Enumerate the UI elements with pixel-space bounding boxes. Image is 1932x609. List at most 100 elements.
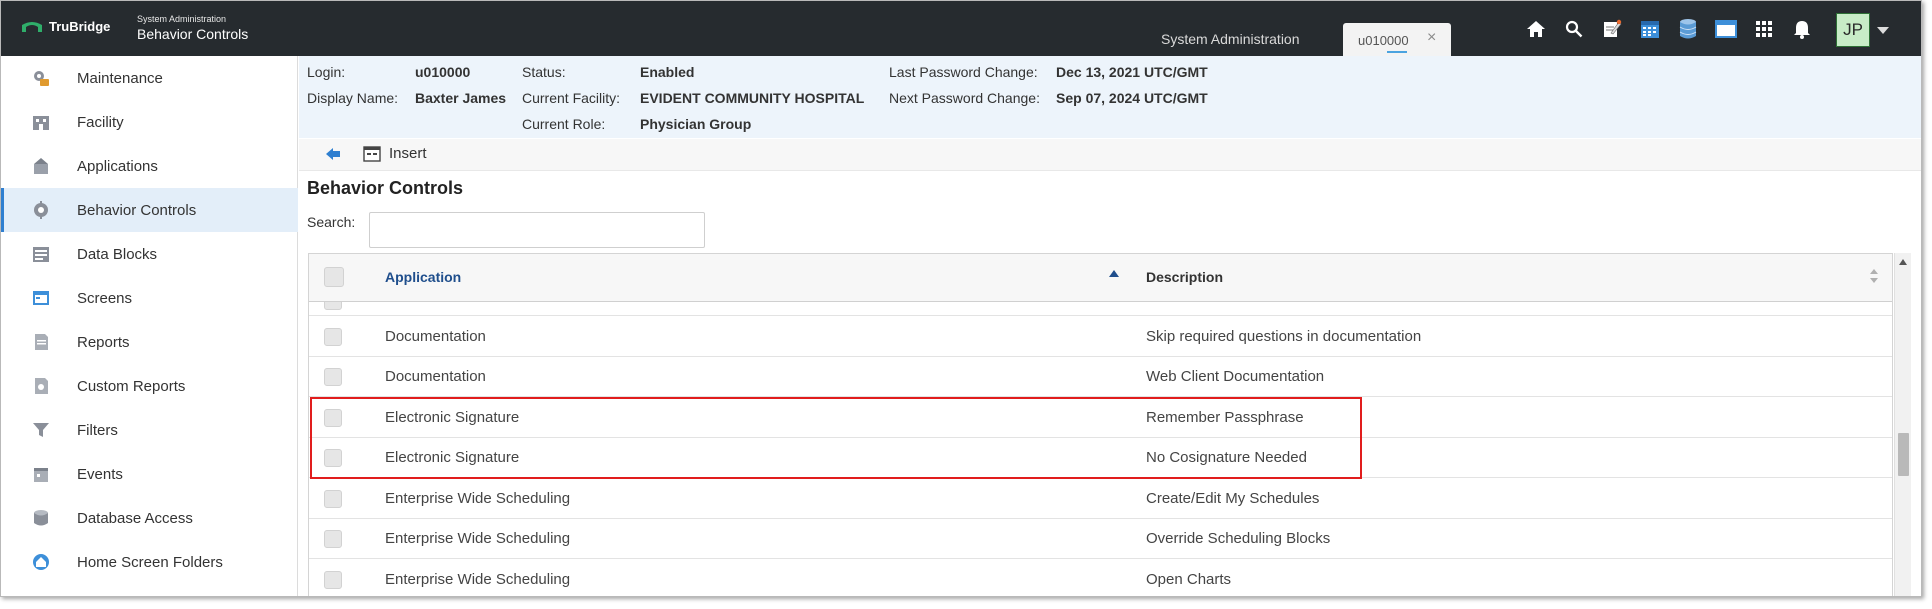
close-icon[interactable]: × (1427, 29, 1436, 47)
top-toolbar-icons (1523, 18, 1814, 40)
table-row[interactable]: Electronic Signature No Cosignature Need… (309, 438, 1892, 478)
trubridge-logo[interactable]: TruBridge (21, 19, 110, 34)
tab-user-u010000[interactable]: u010000 × (1343, 23, 1451, 56)
sidebar-item-filters[interactable]: Filters (1, 408, 298, 452)
status-label: Status: (522, 64, 566, 80)
apps-grid-icon[interactable] (1751, 18, 1776, 40)
sort-ascending-icon[interactable] (1109, 270, 1119, 277)
window-icon[interactable] (1713, 18, 1738, 40)
row-checkbox[interactable] (324, 368, 342, 386)
sidebar-item-label: Reports (77, 333, 130, 351)
behavior-controls-icon (31, 200, 51, 220)
table-row[interactable]: Enterprise Wide Scheduling Override Sche… (309, 519, 1892, 559)
sidebar-item-reports[interactable]: Reports (1, 320, 298, 364)
sidebar-item-home-screen-folders[interactable]: Home Screen Folders (1, 540, 298, 584)
sidebar-item-label: Applications (77, 157, 158, 175)
bell-icon[interactable] (1789, 18, 1814, 40)
current-role-value: Physician Group (640, 116, 752, 132)
login-value: u010000 (415, 64, 471, 80)
database-access-icon (31, 508, 51, 528)
events-icon (31, 464, 51, 484)
table-row[interactable] (309, 302, 1892, 316)
column-header-description[interactable]: Description (1146, 269, 1223, 285)
sidebar-item-label: Data Blocks (77, 245, 158, 263)
table-row[interactable]: Electronic Signature Remember Passphrase (309, 398, 1892, 438)
cell-application: Enterprise Wide Scheduling (385, 530, 571, 547)
login-label: Login: (307, 64, 346, 80)
behavior-controls-table: Application Description Documentation Sk… (308, 253, 1893, 596)
sidebar-item-behavior-controls[interactable]: Behavior Controls (1, 188, 298, 232)
tab-active-indicator (1387, 51, 1407, 53)
select-all-checkbox[interactable] (324, 267, 344, 287)
back-arrow-icon[interactable] (325, 147, 341, 165)
tab-system-administration[interactable]: System Administration (1161, 31, 1300, 47)
maintenance-icon (31, 68, 51, 88)
display-name-label: Display Name: (307, 90, 399, 106)
table-row[interactable]: Documentation Skip required questions in… (309, 317, 1892, 357)
row-checkbox[interactable] (324, 328, 342, 346)
table-row[interactable]: Enterprise Wide Scheduling Create/Edit M… (309, 479, 1892, 519)
next-password-change-value: Sep 07, 2024 UTC/GMT (1056, 90, 1208, 106)
applications-icon (31, 156, 51, 176)
table-row[interactable]: Enterprise Wide Scheduling Open Charts (309, 560, 1892, 596)
scroll-up-icon[interactable] (1899, 259, 1907, 265)
sidebar-item-database-access[interactable]: Database Access (1, 496, 298, 540)
current-facility-label: Current Facility: (522, 90, 621, 106)
sidebar-item-label: Database Access (77, 509, 193, 527)
table-row[interactable]: Documentation Web Client Documentation (309, 357, 1892, 397)
next-password-change-label: Next Password Change: (889, 90, 1040, 106)
cell-description: Remember Passphrase (1146, 409, 1304, 426)
row-checkbox[interactable] (324, 449, 342, 467)
top-bar: TruBridge System Administration Behavior… (1, 1, 1921, 56)
avatar[interactable]: JP (1836, 13, 1870, 47)
row-checkbox[interactable] (324, 302, 342, 310)
search-input[interactable] (369, 212, 705, 248)
tab-label: u010000 (1358, 33, 1409, 48)
column-header-application[interactable]: Application (385, 269, 461, 285)
notes-icon[interactable] (1599, 18, 1624, 40)
logo-mark-icon (21, 20, 43, 34)
row-checkbox[interactable] (324, 409, 342, 427)
insert-button[interactable]: Insert (363, 145, 427, 162)
cell-description: No Cosignature Needed (1146, 449, 1307, 466)
current-role-label: Current Role: (522, 116, 606, 132)
row-checkbox[interactable] (324, 571, 342, 589)
sidebar-item-label: Custom Reports (77, 377, 186, 395)
last-password-change-value: Dec 13, 2021 UTC/GMT (1056, 64, 1208, 80)
sidebar-item-applications[interactable]: Applications (1, 144, 298, 188)
cell-description: Override Scheduling Blocks (1146, 530, 1331, 547)
cell-application: Enterprise Wide Scheduling (385, 571, 571, 588)
table-scrollbar[interactable] (1894, 253, 1911, 596)
sidebar-item-facility[interactable]: Facility (1, 100, 298, 144)
cell-application: Documentation (385, 328, 486, 345)
sidebar-item-label: Events (77, 465, 123, 483)
home-screen-folders-icon (31, 552, 51, 572)
search-icon[interactable] (1561, 18, 1586, 40)
database-icon[interactable] (1675, 18, 1700, 40)
cell-description: Create/Edit My Schedules (1146, 490, 1320, 507)
last-password-change-label: Last Password Change: (889, 64, 1038, 80)
cell-description: Open Charts (1146, 571, 1232, 588)
sort-icon[interactable] (1869, 268, 1879, 288)
sidebar-item-screens[interactable]: Screens (1, 276, 298, 320)
home-icon[interactable] (1523, 18, 1548, 40)
row-checkbox[interactable] (324, 490, 342, 508)
sidebar-item-maintenance[interactable]: Maintenance (1, 56, 298, 100)
sidebar: Maintenance Facility Applications Behavi… (1, 56, 298, 596)
sidebar-item-label: Facility (77, 113, 124, 131)
custom-reports-icon (31, 376, 51, 396)
insert-label: Insert (389, 145, 427, 162)
display-name-value: Baxter James (415, 90, 507, 106)
app-name: System Administration Behavior Controls (137, 15, 248, 42)
table-header: Application Description (309, 254, 1892, 302)
scrollbar-thumb[interactable] (1898, 433, 1909, 476)
sidebar-item-custom-reports[interactable]: Custom Reports (1, 364, 298, 408)
app-window: TruBridge System Administration Behavior… (0, 0, 1922, 597)
current-facility-value: EVIDENT COMMUNITY HOSPITAL (640, 90, 865, 106)
search-label: Search: (307, 214, 356, 230)
sidebar-item-events[interactable]: Events (1, 452, 298, 496)
sidebar-item-data-blocks[interactable]: Data Blocks (1, 232, 298, 276)
chevron-down-icon[interactable] (1877, 27, 1889, 34)
row-checkbox[interactable] (324, 530, 342, 548)
calendar-icon[interactable] (1637, 18, 1662, 40)
